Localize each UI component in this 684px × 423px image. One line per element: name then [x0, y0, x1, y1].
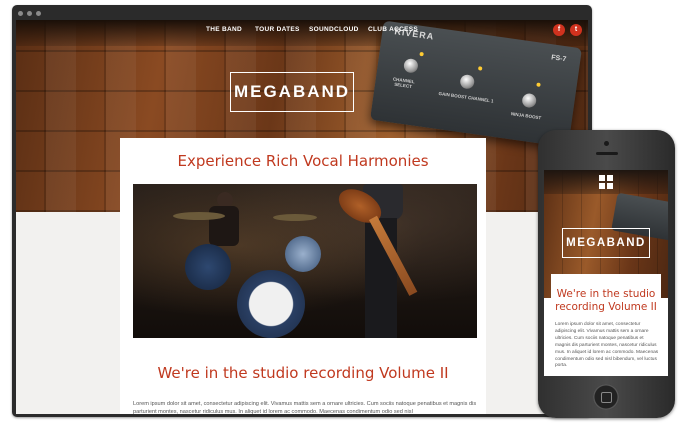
headline: Experience Rich Vocal Harmonies [177, 152, 429, 170]
pedal-model: FS-7 [550, 54, 567, 64]
speaker-grille [596, 152, 618, 155]
nav-tour-dates[interactable]: TOUR DATES [255, 26, 300, 33]
minimize-dot-icon[interactable] [27, 11, 32, 16]
site-logo-text: MEGABAND [233, 82, 351, 101]
pedal-label: NINJA BOOST [510, 111, 542, 121]
pedal-knob-icon [402, 57, 419, 74]
home-button[interactable] [593, 384, 619, 410]
site-logo[interactable]: MEGABAND [230, 72, 354, 112]
pedal-label: CHANNEL SELECT [392, 76, 416, 90]
mobile-content-card: We're in the studio recording Volume II … [551, 274, 661, 376]
pedal-led-icon [419, 51, 424, 57]
pedal-knob-icon [521, 92, 538, 109]
camera-icon [604, 141, 609, 146]
desktop-browser-frame: RIVERA FS-7 CHANNEL SELECT GAIN BOOST CH… [12, 5, 592, 417]
twitter-icon[interactable]: t [570, 24, 582, 36]
close-dot-icon[interactable] [18, 11, 23, 16]
facebook-icon[interactable]: f [553, 24, 565, 36]
tom-drum-shape [285, 236, 321, 272]
nav-soundcloud[interactable]: SOUNDCLOUD [309, 26, 359, 33]
mobile-headline: We're in the studio recording Volume II [555, 288, 657, 313]
main-nav: THE BAND TOUR DATES SOUNDCLOUD CLUB ACCE… [16, 26, 588, 40]
maximize-dot-icon[interactable] [36, 11, 41, 16]
mobile-logo[interactable]: MEGABAND [562, 228, 650, 258]
phone-screen: MEGABAND We're in the studio recording V… [544, 170, 668, 376]
pedal-knob-icon [459, 73, 476, 90]
phone-frame: MEGABAND We're in the studio recording V… [538, 130, 675, 418]
bass-drum-shape [237, 270, 305, 338]
pedal-led-icon [477, 66, 483, 71]
body-text: Lorem ipsum dolor sit amet, consectetur … [133, 401, 477, 414]
band-photo [133, 184, 477, 338]
subheadline: We're in the studio recording Volume II [157, 364, 449, 382]
content-card: Experience Rich Vocal Harmonies We're in… [120, 138, 486, 414]
mobile-body-text: Lorem ipsum dolor sit amet, consectetur … [555, 322, 659, 369]
window-controls [18, 11, 41, 16]
nav-the-band[interactable]: THE BAND [206, 26, 242, 33]
nav-club-access[interactable]: CLUB ACCESS [368, 26, 418, 33]
desktop-viewport: RIVERA FS-7 CHANNEL SELECT GAIN BOOST CH… [16, 20, 588, 414]
pedal-led-icon [536, 82, 541, 87]
cymbal-shape [273, 214, 317, 221]
cymbal-shape [173, 212, 225, 220]
tom-drum-shape [185, 244, 231, 290]
menu-grid-icon[interactable] [599, 175, 613, 189]
pedal-label: GAIN BOOST CHANNEL 1 [438, 90, 494, 104]
mobile-logo-text: MEGABAND [566, 237, 646, 249]
